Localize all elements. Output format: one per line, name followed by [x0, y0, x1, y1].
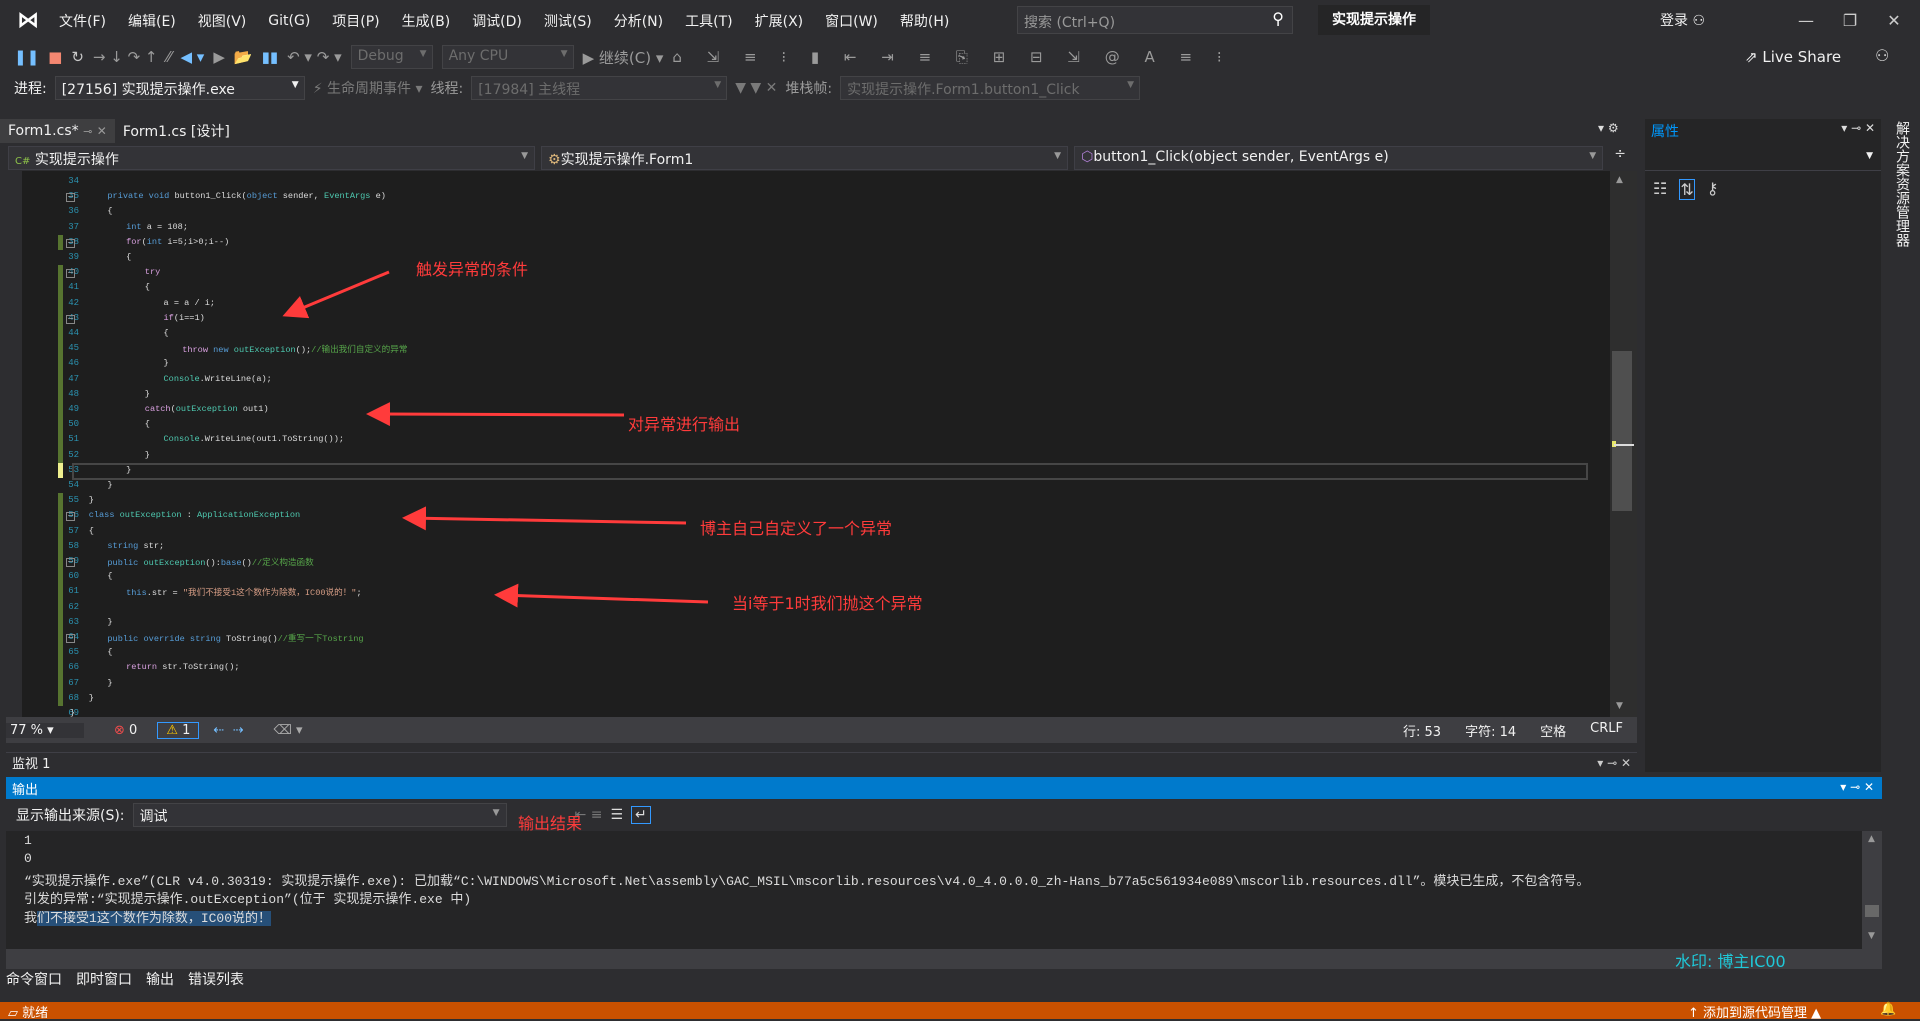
output-selection: 们不接受1这个数作为除数，IC00说的！ — [37, 911, 272, 926]
scroll-down-icon[interactable]: ▼ — [1868, 931, 1875, 941]
output-line: 引发的异常:“实现提示操作.outException”(位于 实现提示操作.ex… — [24, 892, 472, 907]
output-source-dropdown[interactable]: 调试 ▼ — [132, 803, 507, 827]
arrow-catch — [366, 402, 625, 427]
solution-explorer-tab[interactable]: 解决方案资源管理器 — [1886, 119, 1912, 247]
zoom-dropdown[interactable]: 77 % ▾ — [6, 722, 84, 738]
editor-status-bar: 77 % ▾ ⊗ 0 ⚠ 1 ⇠ ⇢ ⌫ ▾ 行: 53 字符: 14 空格 C… — [6, 717, 1637, 743]
annotation-throw: 当i等于1时我们抛这个异常 — [732, 594, 923, 613]
char-number: 字符: 14 — [1465, 724, 1517, 740]
tab-immediate-window[interactable]: 即时窗口 — [76, 969, 132, 991]
watch-title: 监视 1 — [12, 757, 51, 772]
tab-command-window[interactable]: 命令窗口 — [6, 969, 62, 991]
properties-panel: 属性 ▾ ⊸ ✕ ▼ ☷ ⇅ ⚷ — [1645, 119, 1881, 772]
output-text-prefix: 我 — [24, 911, 38, 926]
properties-header[interactable]: 属性 ▾ ⊸ ✕ — [1645, 119, 1881, 141]
properties-toolbar: ☷ ⇅ ⚷ — [1645, 175, 1881, 204]
line-ending[interactable]: CRLF — [1590, 721, 1623, 740]
output-source-label: 显示输出来源(S): — [16, 808, 125, 824]
output-toolbar: 显示输出来源(S): 调试 ▼ ⇤ ≡ ☰ ↵ — [6, 799, 1882, 831]
alphabetical-icon[interactable]: ⇅ — [1679, 179, 1695, 200]
warning-icon: ⚠ — [166, 722, 178, 738]
output-line: 1 — [24, 833, 32, 848]
notification-icon[interactable]: 🔔 — [1880, 1002, 1896, 1017]
scroll-thumb[interactable] — [1865, 905, 1879, 917]
zoom-value: 77 % — [10, 722, 44, 738]
output-scrollbar[interactable]: ▲ ▼ — [1862, 831, 1882, 949]
error-icon: ⊗ — [114, 722, 125, 738]
output-panel-header[interactable]: 输出 ▾ ⊸ ✕ — [6, 777, 1882, 799]
output-source-value: 调试 — [139, 809, 168, 825]
property-pages-icon[interactable]: ⚷ — [1707, 179, 1719, 200]
annotation-class: 博主自己自定义了一个异常 — [700, 519, 893, 538]
watch-panel-header[interactable]: 监视 1 ▾ ⊸ ✕ — [6, 752, 1637, 772]
warning-count: 1 — [182, 722, 191, 738]
annotation-catch: 对异常进行输出 — [628, 415, 741, 434]
arrow-throw — [494, 583, 709, 608]
panel-controls-icon[interactable]: ▾ ⊸ ✕ — [1841, 121, 1875, 139]
errors-indicator[interactable]: ⊗ 0 — [114, 723, 137, 738]
panel-controls-icon[interactable]: ▾ ⊸ ✕ — [1597, 756, 1637, 770]
tab-error-list[interactable]: 错误列表 — [188, 969, 244, 991]
output-line: 0 — [24, 851, 32, 866]
cleanup-icon[interactable]: ⌫ ▾ — [273, 723, 302, 738]
line-number: 行: 53 — [1403, 724, 1442, 740]
status-bar: ▱ 就绪 ↑ 添加到源代码管理 ▲ 🔔 — [0, 1002, 1920, 1021]
bottom-tool-tabs: 命令窗口 即时窗口 输出 错误列表 — [6, 969, 244, 991]
chevron-down-icon: ▼ — [1866, 151, 1873, 161]
properties-object-dropdown[interactable]: ▼ — [1645, 145, 1881, 171]
watermark: 水印: 博主IC00 — [1675, 952, 1786, 971]
ready-status: ▱ 就绪 — [8, 1006, 49, 1021]
clear-all-icon[interactable]: ☰ — [610, 807, 623, 823]
scroll-up-icon[interactable]: ▲ — [1868, 834, 1875, 844]
warnings-indicator[interactable]: ⚠ 1 — [157, 721, 200, 739]
error-count: 0 — [129, 722, 138, 738]
arrow-class — [402, 506, 687, 531]
arrow-condition — [282, 270, 390, 319]
annotation-condition: 触发异常的条件 — [416, 260, 529, 279]
tab-output[interactable]: 输出 — [146, 969, 174, 991]
word-wrap-icon[interactable]: ↵ — [631, 806, 651, 824]
chevron-down-icon: ▼ — [492, 808, 500, 818]
output-hscrollbar[interactable] — [6, 949, 1882, 969]
categorized-icon[interactable]: ☷ — [1653, 179, 1667, 200]
properties-title: 属性 — [1651, 124, 1679, 140]
nav-arrows[interactable]: ⇠ ⇢ — [213, 723, 243, 738]
output-line: 我们不接受1这个数作为除数，IC00说的！ — [24, 907, 272, 926]
output-text[interactable]: 1 0 “实现提示操作.exe”(CLR v4.0.30319: 实现提示操作.… — [6, 831, 1862, 949]
indent-mode[interactable]: 空格 — [1540, 721, 1566, 740]
source-control-button[interactable]: ↑ 添加到源代码管理 ▲ — [1688, 1002, 1821, 1021]
output-title: 输出 — [12, 783, 39, 798]
panel-controls-icon[interactable]: ▾ ⊸ ✕ — [1840, 780, 1874, 794]
output-line: “实现提示操作.exe”(CLR v4.0.30319: 实现提示操作.exe)… — [24, 874, 1590, 889]
